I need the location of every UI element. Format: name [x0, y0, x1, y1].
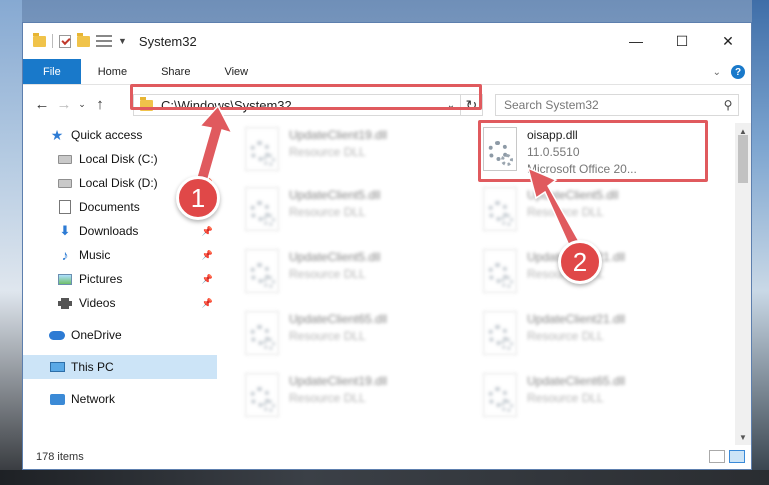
help-icon[interactable]: ? [731, 65, 745, 79]
properties-check-icon[interactable] [59, 34, 71, 48]
documents-icon [59, 200, 71, 214]
file-item[interactable]: UpdateClient5.dll Resource DLL [237, 183, 472, 239]
dll-file-icon [483, 249, 517, 293]
onedrive-icon [49, 330, 65, 340]
sidebar-item-downloads[interactable]: ⬇ Downloads 📌 [23, 219, 217, 243]
file-item[interactable]: UpdateClient19.dll Resource DLL [237, 369, 472, 425]
status-bar: 178 items [23, 445, 751, 469]
drive-icon [58, 178, 72, 188]
details-view-icon[interactable] [709, 450, 725, 463]
videos-icon [58, 297, 72, 309]
file-item[interactable]: UpdateClient5.dll Resource DLL [237, 245, 472, 301]
music-icon: ♪ [61, 247, 69, 263]
dll-file-icon [245, 249, 279, 293]
large-icons-view-icon[interactable] [729, 450, 745, 463]
dll-file-icon [245, 187, 279, 231]
downloads-icon: ⬇ [59, 223, 71, 238]
network-icon [49, 393, 65, 405]
dll-file-icon [483, 373, 517, 417]
minimize-button[interactable]: — [613, 23, 659, 59]
address-bar-highlight [130, 84, 482, 110]
desktop-background-right [752, 0, 769, 485]
ribbon-tabs: File Home Share View ⌄ ? [23, 59, 751, 85]
file-item[interactable]: UpdateClient19.dll Resource DLL [237, 123, 472, 179]
step-1-badge: 1 [176, 176, 220, 220]
pin-icon: 📌 [201, 273, 213, 284]
file-item[interactable]: UpdateClient65.dll Resource DLL [475, 369, 710, 425]
dll-file-icon [245, 127, 279, 171]
dll-file-icon [245, 373, 279, 417]
desktop-background-bottom [0, 470, 769, 485]
file-item[interactable]: UpdateClient65.dll Resource DLL [237, 307, 472, 363]
file-highlight [478, 120, 708, 182]
navigation-pane: ★ Quick access Local Disk (C:) Local Dis… [23, 123, 217, 445]
window-controls: — ☐ ✕ [613, 23, 751, 59]
rename-icon[interactable] [96, 35, 112, 47]
pin-icon: 📌 [201, 225, 213, 236]
drive-icon [58, 154, 72, 164]
file-item[interactable]: UpdateClient5.dll Resource DLL [475, 183, 710, 239]
folder-icon[interactable] [33, 32, 46, 47]
search-box[interactable]: Search System32 ⚲ [495, 94, 739, 116]
tab-share[interactable]: Share [144, 59, 207, 84]
sidebar-item-network[interactable]: Network [23, 387, 217, 411]
dll-file-icon [245, 311, 279, 355]
star-icon: ★ [50, 126, 64, 143]
pin-icon: 📌 [201, 297, 213, 308]
sidebar-item-videos[interactable]: Videos 📌 [23, 291, 217, 315]
sidebar-item-local-disk-c[interactable]: Local Disk (C:) [23, 147, 217, 171]
pictures-icon [58, 273, 72, 285]
desktop-background-left [0, 0, 22, 485]
dll-file-icon [483, 311, 517, 355]
customize-toolbar-chevron-icon[interactable]: ▼ [118, 36, 127, 46]
step-2-badge: 2 [558, 240, 602, 284]
sidebar-item-pictures[interactable]: Pictures 📌 [23, 267, 217, 291]
up-arrow-icon[interactable]: ↑ [89, 96, 111, 113]
search-icon[interactable]: ⚲ [718, 98, 738, 112]
window-title: System32 [138, 33, 197, 49]
maximize-button[interactable]: ☐ [659, 23, 705, 59]
vertical-scrollbar[interactable]: ▲ ▼ [735, 123, 751, 445]
new-folder-icon[interactable] [77, 32, 90, 47]
quick-access-toolbar: ▼ [23, 32, 127, 48]
sidebar-item-this-pc[interactable]: This PC [23, 355, 217, 379]
sidebar-item-quick-access[interactable]: ★ Quick access [23, 123, 217, 147]
forward-arrow-icon[interactable]: → [53, 96, 75, 113]
scrollbar-thumb[interactable] [738, 135, 748, 183]
title-bar: ▼ System32 — ☐ ✕ [23, 23, 751, 59]
expand-ribbon-chevron-icon[interactable]: ⌄ [713, 67, 721, 78]
close-button[interactable]: ✕ [705, 23, 751, 59]
back-arrow-icon[interactable]: ← [31, 96, 53, 113]
dll-file-icon [483, 187, 517, 231]
this-pc-icon [49, 362, 65, 372]
recent-locations-chevron-icon[interactable]: ⌄ [75, 99, 89, 110]
sidebar-item-onedrive[interactable]: OneDrive [23, 323, 217, 347]
tab-file[interactable]: File [23, 59, 81, 84]
pin-icon: 📌 [201, 249, 213, 260]
tab-home[interactable]: Home [81, 59, 144, 84]
search-input[interactable]: Search System32 [504, 98, 718, 112]
item-count: 178 items [36, 451, 84, 463]
scroll-down-icon[interactable]: ▼ [735, 429, 751, 445]
toolbar-separator [52, 34, 53, 48]
file-item[interactable]: UpdateClient21.dllResource DLL [475, 307, 710, 363]
sidebar-item-music[interactable]: ♪ Music 📌 [23, 243, 217, 267]
tab-view[interactable]: View [207, 59, 265, 84]
